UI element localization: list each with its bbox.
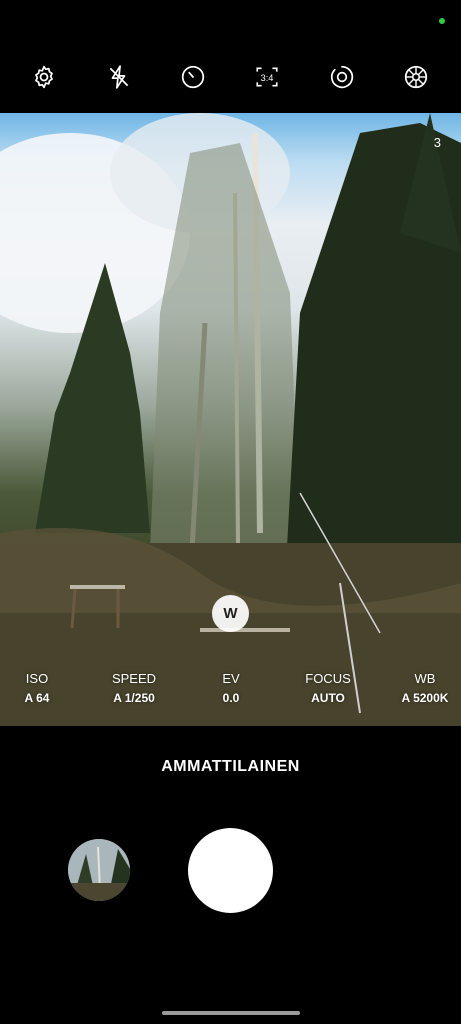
param-value: A 1/250 <box>113 691 155 705</box>
settings-button[interactable] <box>22 55 66 99</box>
gallery-thumbnail[interactable] <box>68 839 130 901</box>
top-toolbar: 3:4 <box>0 55 461 99</box>
filter-icon <box>404 65 428 89</box>
home-indicator[interactable] <box>162 1011 300 1015</box>
settings-icon <box>35 65 53 89</box>
flash-button[interactable] <box>97 55 141 99</box>
param-wb[interactable]: WB A 5200K <box>380 671 461 705</box>
motion-photo-icon <box>330 65 354 89</box>
timer-icon <box>181 65 205 89</box>
filter-button[interactable] <box>394 55 438 99</box>
param-label: EV <box>222 671 240 686</box>
param-ev[interactable]: EV 0.0 <box>186 671 276 705</box>
param-iso[interactable]: ISO A 64 <box>0 671 82 705</box>
param-value: A 5200K <box>401 691 449 705</box>
zoom-wide-button[interactable]: W <box>212 595 249 632</box>
viewfinder-counter: 3 <box>433 135 441 150</box>
camera-viewfinder[interactable]: 3 <box>0 113 461 726</box>
param-value: 0.0 <box>222 691 240 705</box>
param-focus[interactable]: FOCUS AUTO <box>283 671 373 705</box>
flash-off-icon <box>109 65 129 89</box>
camera-mode-label[interactable]: AMMATTILAINEN <box>0 758 461 776</box>
camera-active-indicator <box>439 18 445 24</box>
param-label: FOCUS <box>305 671 351 686</box>
param-label: WB <box>414 671 436 686</box>
timer-button[interactable] <box>171 55 215 99</box>
param-label: ISO <box>25 671 49 686</box>
preview-scene <box>0 113 461 726</box>
aspect-ratio-button[interactable]: 3:4 <box>245 55 289 99</box>
param-value: AUTO <box>311 691 345 705</box>
motion-photo-button[interactable] <box>320 55 364 99</box>
param-label: SPEED <box>111 671 157 686</box>
param-value: A 64 <box>24 691 50 705</box>
param-speed[interactable]: SPEED A 1/250 <box>89 671 179 705</box>
thumbnail-preview <box>68 839 130 901</box>
shutter-button[interactable] <box>188 828 273 913</box>
ratio-icon: 3:4 <box>256 67 278 87</box>
ratio-label: 3:4 <box>261 73 274 83</box>
